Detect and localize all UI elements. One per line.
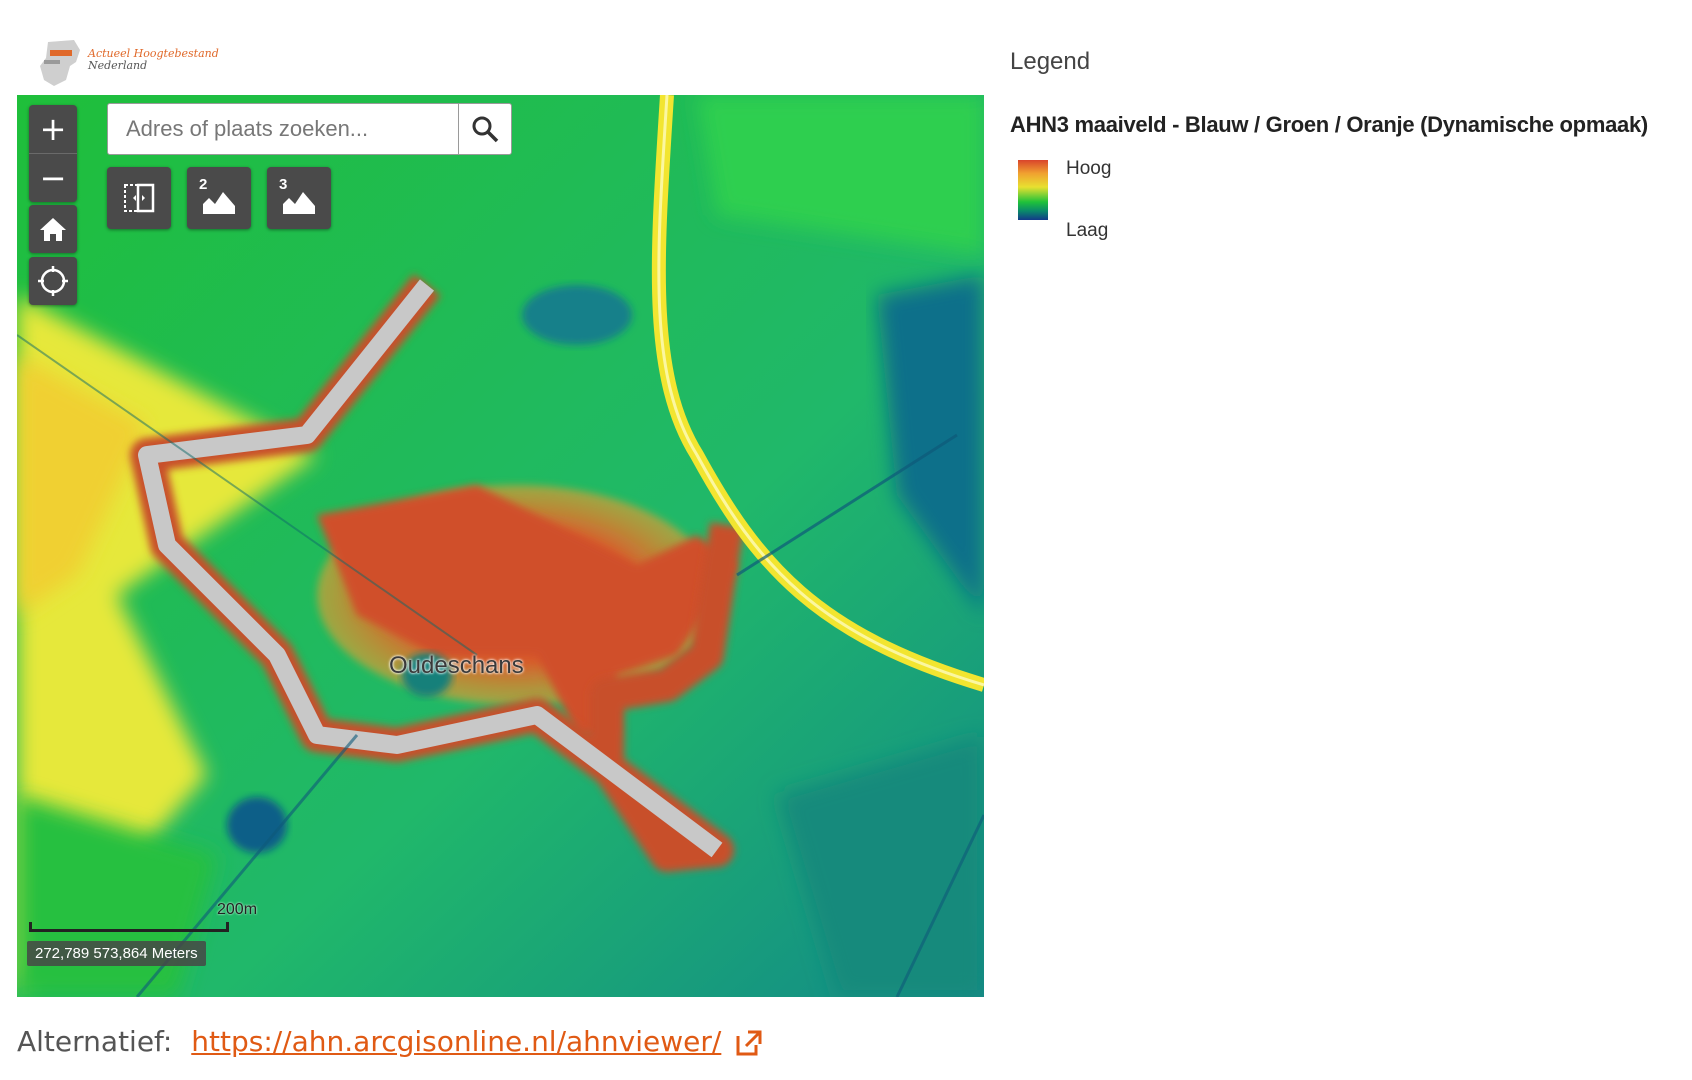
- coordinate-readout: 272,789 573,864 Meters: [27, 941, 206, 966]
- ahn3-badge: 3: [279, 176, 319, 218]
- search-box: [107, 103, 512, 155]
- locate-icon: [38, 266, 68, 296]
- ahnviewer-link[interactable]: https://ahn.arcgisonline.nl/ahnviewer/: [191, 1025, 721, 1058]
- logo-line-2: Nederland: [88, 59, 148, 72]
- legend-layer-name: AHN3 maaiveld - Blauw / Groen / Oranje (…: [1010, 112, 1648, 137]
- app-logo: Actueel Hoogtebestand Nederland: [36, 36, 256, 90]
- ahn2-badge: 2: [199, 176, 239, 218]
- home-button[interactable]: [29, 205, 77, 253]
- zoom-control: + −: [29, 105, 77, 202]
- search-button[interactable]: [458, 104, 511, 154]
- external-link-icon[interactable]: [734, 1028, 764, 1058]
- alternative-prefix: Alternatief:: [17, 1025, 173, 1058]
- zoom-in-button[interactable]: +: [29, 105, 77, 153]
- alternative-link-row: Alternatief: https://ahn.arcgisonline.nl…: [17, 1025, 764, 1058]
- ahn2-layer-button[interactable]: 2: [187, 167, 251, 229]
- legend-color-ramp: [1018, 160, 1048, 220]
- scale-bar: [29, 920, 229, 932]
- legend-title: Legend: [1010, 48, 1091, 75]
- netherlands-logo-icon: [40, 40, 80, 86]
- legend-high-label: Hoog: [1066, 158, 1112, 179]
- home-icon: [40, 218, 66, 241]
- zoom-out-button[interactable]: −: [29, 154, 77, 202]
- place-label: Oudeschans: [389, 652, 524, 679]
- ahn3-layer-button[interactable]: 3: [267, 167, 331, 229]
- elevation-map[interactable]: [17, 95, 984, 997]
- legend-panel: Legend AHN3 maaiveld - Blauw / Groen / O…: [984, 30, 1692, 990]
- search-icon: [472, 116, 499, 143]
- legend-low-label: Laag: [1066, 220, 1109, 241]
- terrain-icon: [203, 192, 235, 214]
- swipe-compare-button[interactable]: [107, 167, 171, 229]
- terrain-icon: [283, 192, 315, 214]
- search-input[interactable]: [108, 104, 458, 154]
- swipe-compare-icon: [124, 183, 155, 213]
- map-view[interactable]: + − Adres of plaats zoeken... 2 3 Oudesc…: [17, 95, 984, 997]
- scale-label: 200m: [217, 901, 258, 918]
- locate-button[interactable]: [29, 257, 77, 305]
